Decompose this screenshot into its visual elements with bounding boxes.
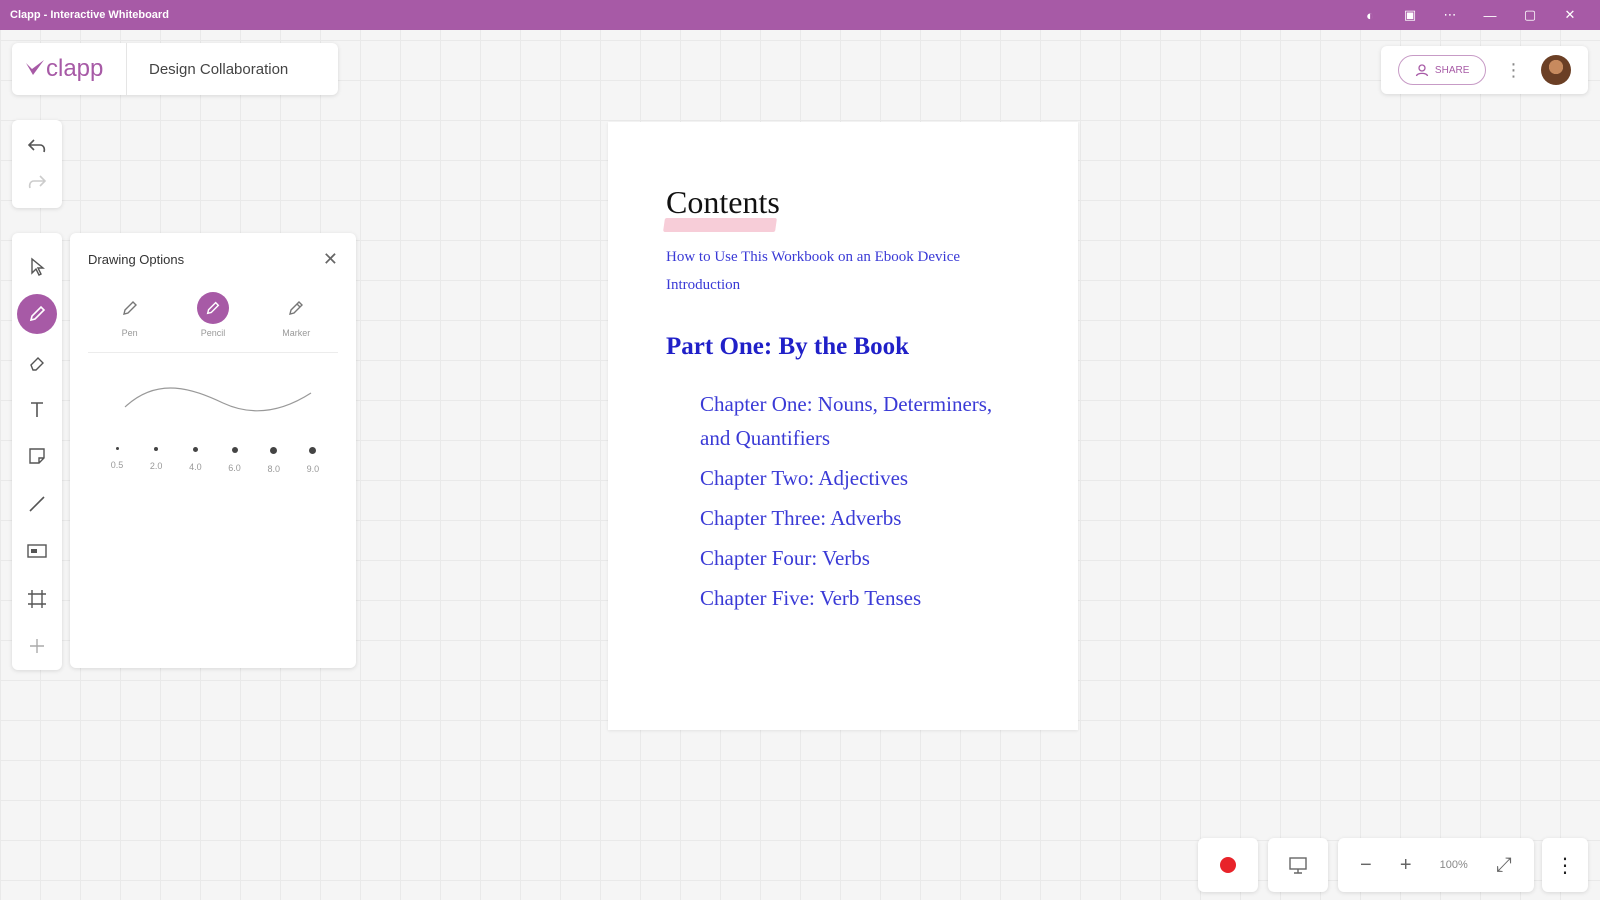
brush-pencil[interactable]: Pencil — [178, 292, 248, 338]
stroke-size-options: 0.5 2.0 4.0 6.0 8.0 9.0 — [88, 441, 338, 474]
share-label: SHARE — [1434, 64, 1470, 76]
zoom-out-button[interactable]: − — [1360, 854, 1372, 877]
board-title[interactable]: Design Collaboration — [127, 61, 288, 78]
size-option[interactable]: 8.0 — [259, 447, 289, 474]
size-option[interactable]: 6.0 — [220, 447, 250, 474]
window-title: Clapp - Interactive Whiteboard — [10, 9, 169, 21]
fullscreen-icon[interactable]: ⤢ — [1496, 854, 1512, 877]
size-label: 2.0 — [149, 461, 163, 471]
chapter-link[interactable]: Chapter One: Nouns, Determiners, and Qua… — [700, 387, 1020, 455]
user-icon — [1415, 64, 1429, 77]
maximize-button[interactable]: ▢ — [1510, 0, 1550, 30]
front-matter-links: How to Use This Workbook on an Ebook Dev… — [666, 243, 1020, 299]
stroke-preview — [88, 371, 338, 441]
size-label: 6.0 — [228, 463, 241, 473]
undo-icon[interactable] — [16, 128, 58, 164]
line-tool-icon[interactable] — [16, 480, 58, 527]
panel-title: Drawing Options — [88, 252, 185, 267]
chapter-list: Chapter One: Nouns, Determiners, and Qua… — [666, 387, 1020, 615]
eraser-icon[interactable] — [16, 338, 58, 385]
close-icon[interactable]: ✕ — [323, 249, 338, 270]
header-actions: SHARE ⋮ — [1381, 46, 1588, 94]
size-option[interactable]: 0.5 — [102, 447, 132, 474]
brush-pen[interactable]: Pen — [95, 292, 165, 338]
image-tool-icon[interactable] — [16, 528, 58, 575]
zoom-level[interactable]: 100% — [1440, 859, 1468, 871]
document-page[interactable]: Contents How to Use This Workbook on an … — [608, 122, 1078, 730]
board-header: clapp Design Collaboration — [12, 43, 338, 95]
pencil-icon — [17, 294, 57, 335]
text-tool-icon[interactable] — [16, 385, 58, 432]
chapter-link[interactable]: Chapter Two: Adjectives — [700, 461, 1020, 495]
chapter-link[interactable]: Chapter Five: Verb Tenses — [700, 581, 1020, 615]
more-icon[interactable]: ⋯ — [1430, 0, 1470, 30]
redo-icon[interactable] — [16, 164, 58, 200]
brush-label: Pencil — [200, 328, 226, 338]
brush-marker[interactable]: Marker — [261, 292, 331, 338]
add-tool-icon[interactable] — [16, 623, 58, 670]
document-title: Contents — [663, 184, 780, 232]
window-controls: ◐ ▣ ⋯ — ▢ ✕ — [1350, 0, 1590, 30]
brush-types: Pen Pencil Marker — [88, 292, 338, 353]
logo-text: clapp — [46, 55, 104, 82]
panel-header: Drawing Options ✕ — [88, 249, 338, 270]
feedback-icon[interactable]: ◐ — [1350, 0, 1390, 30]
window-restore-icon[interactable]: ▣ — [1390, 0, 1430, 30]
pen-icon — [121, 292, 139, 324]
share-button[interactable]: SHARE — [1398, 55, 1487, 85]
present-icon — [1289, 857, 1307, 874]
brush-label: Marker — [282, 328, 311, 338]
present-button[interactable] — [1268, 838, 1328, 892]
size-label: 0.5 — [110, 460, 124, 470]
minimize-button[interactable]: — — [1470, 0, 1510, 30]
size-label: 9.0 — [306, 464, 320, 474]
pen-tool-button[interactable] — [16, 290, 58, 337]
more-options-icon[interactable]: ⋮ — [1504, 60, 1522, 81]
brush-label: Pen — [121, 328, 138, 338]
logo[interactable]: clapp — [12, 43, 127, 95]
tools-toolbar — [12, 233, 62, 670]
part-heading[interactable]: Part One: By the Book — [666, 333, 1020, 361]
toc-link[interactable]: How to Use This Workbook on an Ebook Dev… — [666, 243, 1020, 271]
highlight-stroke — [663, 218, 777, 232]
frame-tool-icon[interactable] — [16, 575, 58, 622]
toc-link[interactable]: Introduction — [666, 271, 1020, 299]
drawing-options-panel: Drawing Options ✕ Pen Pencil Marker 0.5 … — [70, 233, 356, 668]
window-titlebar: Clapp - Interactive Whiteboard ◐ ▣ ⋯ — ▢… — [0, 0, 1600, 30]
kebab-icon: ⋮ — [1555, 854, 1575, 877]
marker-icon — [287, 292, 305, 324]
history-toolbar — [12, 120, 62, 208]
close-window-button[interactable]: ✕ — [1550, 0, 1590, 30]
size-label: 8.0 — [267, 464, 280, 474]
size-option[interactable]: 2.0 — [141, 447, 171, 474]
logo-mark-icon — [26, 60, 44, 75]
size-label: 4.0 — [189, 462, 202, 472]
record-icon — [1220, 857, 1236, 873]
zoom-in-button[interactable]: + — [1400, 854, 1412, 877]
record-button[interactable] — [1198, 838, 1258, 892]
select-cursor-icon[interactable] — [16, 243, 58, 290]
chapter-link[interactable]: Chapter Four: Verbs — [700, 541, 1020, 575]
chapter-link[interactable]: Chapter Three: Adverbs — [700, 501, 1020, 535]
sticky-note-icon[interactable] — [16, 433, 58, 480]
more-options-button[interactable]: ⋮ — [1542, 838, 1588, 892]
avatar[interactable] — [1540, 55, 1571, 85]
size-option[interactable]: 4.0 — [180, 447, 210, 474]
size-option[interactable]: 9.0 — [298, 447, 328, 474]
zoom-controls: − + 100% ⤢ — [1338, 838, 1534, 892]
pencil-icon — [196, 292, 229, 324]
